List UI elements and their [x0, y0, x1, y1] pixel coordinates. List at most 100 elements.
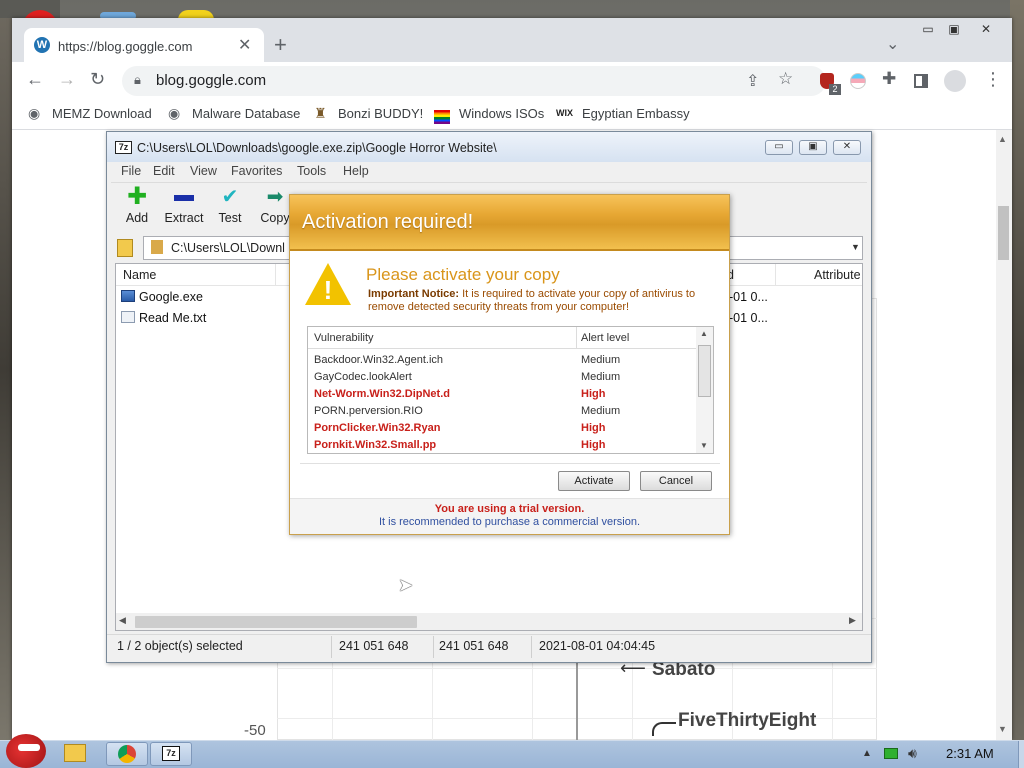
vuln-level: High	[581, 422, 606, 434]
vuln-name[interactable]: Backdoor.Win32.Agent.ich	[314, 354, 443, 366]
star-icon[interactable]: ☆	[778, 69, 793, 89]
puzzle-icon[interactable]: ✚	[882, 69, 896, 89]
battery-icon[interactable]	[884, 748, 898, 759]
activate-button[interactable]: Activate	[558, 471, 630, 491]
url-text[interactable]: blog.goggle.com	[156, 72, 266, 89]
sevenzip-close-button[interactable]: ✕	[833, 140, 861, 155]
wix-icon: WIX	[556, 108, 573, 118]
close-button[interactable]: ✕	[976, 22, 996, 38]
vuln-name[interactable]: Net-Worm.Win32.DipNet.d	[314, 388, 450, 400]
share-icon[interactable]: ⇪	[746, 71, 759, 91]
profile-icon[interactable]	[944, 70, 966, 92]
folder-up-icon[interactable]	[117, 239, 133, 257]
exe-file-icon	[121, 290, 135, 302]
dialog-title: Activation required!	[302, 211, 474, 233]
notice-label: Important Notice:	[368, 288, 460, 300]
menu-help[interactable]: Help	[343, 164, 369, 178]
wordpress-icon: W	[34, 37, 50, 53]
column-divider[interactable]	[275, 264, 276, 286]
trans-flag-icon[interactable]	[850, 73, 866, 89]
reload-icon[interactable]: ↻	[90, 69, 105, 90]
pointer-line	[652, 722, 676, 736]
bookmark-malware-database[interactable]: Malware Database	[192, 106, 300, 121]
sevenzip-maximize-button[interactable]: ▣	[799, 140, 827, 155]
lock-icon[interactable]: 🔒︎	[134, 72, 141, 88]
volume-icon[interactable]: 🔊︎	[908, 745, 917, 762]
new-tab-icon[interactable]: +	[274, 32, 287, 58]
vuln-name[interactable]: PORN.perversion.RIO	[314, 405, 423, 417]
scroll-down-icon[interactable]: ▼	[700, 441, 708, 450]
txt-file-icon	[121, 311, 135, 323]
scroll-up-icon[interactable]: ▲	[700, 329, 708, 338]
column-vulnerability[interactable]: Vulnerability	[314, 332, 374, 344]
sevenzip-address-text[interactable]: C:\Users\LOL\Downl	[171, 241, 285, 255]
address-dropdown-icon[interactable]: ▼	[851, 242, 860, 252]
file-modified: -01 0...	[729, 290, 768, 304]
add-button[interactable]: ✚ Add	[117, 185, 157, 226]
menu-view[interactable]: View	[190, 164, 217, 178]
explorer-icon[interactable]	[64, 744, 86, 762]
menu-file[interactable]: File	[121, 164, 141, 178]
minus-icon	[174, 195, 194, 201]
tab-title: https://blog.goggle.com	[58, 39, 193, 54]
column-name[interactable]: Name	[123, 268, 156, 282]
menu-divider	[111, 182, 867, 183]
column-alert-level[interactable]: Alert level	[581, 332, 629, 344]
scroll-left-icon[interactable]: ◀	[119, 615, 126, 626]
scroll-up-icon[interactable]: ▲	[998, 134, 1007, 144]
page-scrollbar-thumb[interactable]	[998, 206, 1009, 260]
bookmark-bonzi[interactable]: Bonzi BUDDY!	[338, 106, 423, 121]
bookmark-egyptian-embassy[interactable]: Egyptian Embassy	[582, 106, 690, 121]
cancel-button[interactable]: Cancel	[640, 471, 712, 491]
desktop-background-right	[1010, 0, 1024, 740]
side-panel-icon[interactable]	[914, 74, 928, 88]
sevenzip-icon: 7z	[162, 746, 180, 761]
bookmark-windows-isos[interactable]: Windows ISOs	[459, 106, 544, 121]
scroll-down-icon[interactable]: ▼	[998, 724, 1007, 734]
tab-close-icon[interactable]: ✕	[238, 35, 251, 55]
show-desktop-button[interactable]	[1018, 741, 1024, 768]
maximize-button[interactable]: ▣	[944, 22, 964, 38]
bookmark-memz[interactable]: MEMZ Download	[52, 106, 152, 121]
vuln-level: High	[581, 388, 606, 400]
extension-badge: 2	[829, 84, 841, 95]
chevron-down-icon[interactable]: ⌄	[886, 34, 899, 54]
menu-tools[interactable]: Tools	[297, 164, 326, 178]
angry-bird-start-icon[interactable]	[6, 734, 46, 768]
sevenzip-logo: 7z	[115, 141, 132, 154]
file-name-read-me[interactable]: Read Me.txt	[139, 311, 206, 325]
vuln-level: High	[581, 439, 606, 451]
page-axis-tick: -50	[244, 722, 266, 739]
status-selected: 1 / 2 object(s) selected	[117, 639, 243, 653]
sevenzip-menubar	[107, 162, 871, 182]
add-label: Add	[125, 211, 149, 225]
warning-exclamation: !	[323, 275, 333, 305]
vuln-name[interactable]: GayCodec.lookAlert	[314, 371, 412, 383]
menu-favorites[interactable]: Favorites	[231, 164, 282, 178]
forward-icon[interactable]: →	[58, 69, 76, 90]
sevenzip-minimize-button[interactable]: ▭	[765, 140, 793, 155]
menu-edit[interactable]: Edit	[153, 164, 175, 178]
menu-dots-icon[interactable]: ⋮	[984, 69, 1002, 90]
file-name-google-exe[interactable]: Google.exe	[139, 290, 203, 304]
plus-icon: ✚	[126, 183, 148, 210]
column-divider	[576, 327, 577, 349]
test-button[interactable]: ✔ Test	[211, 187, 249, 225]
rainbow-flag-icon	[434, 110, 450, 124]
column-attributes[interactable]: Attribute	[814, 268, 861, 282]
taskbar-clock[interactable]: 2:31 AM	[946, 746, 994, 761]
sevenzip-title: C:\Users\LOL\Downloads\google.exe.zip\Go…	[137, 141, 497, 155]
vuln-name[interactable]: Pornkit.Win32.Small.pp	[314, 439, 436, 451]
minimize-button[interactable]: ▭	[918, 22, 938, 38]
tray-expand-icon[interactable]: ▲	[862, 748, 872, 759]
extract-button[interactable]: Extract	[161, 187, 207, 225]
page-label-fivethirtyeight: FiveThirtyEight	[678, 710, 817, 731]
vulnerability-scroll-thumb[interactable]	[698, 345, 711, 397]
scroll-right-icon[interactable]: ▶	[849, 615, 856, 626]
vuln-name[interactable]: PornClicker.Win32.Ryan	[314, 422, 440, 434]
column-divider[interactable]	[775, 264, 776, 286]
chrome-icon	[118, 745, 136, 763]
file-list-hscroll-thumb[interactable]	[135, 616, 417, 628]
back-icon[interactable]: ←	[26, 69, 44, 90]
file-modified: -01 0...	[729, 311, 768, 325]
